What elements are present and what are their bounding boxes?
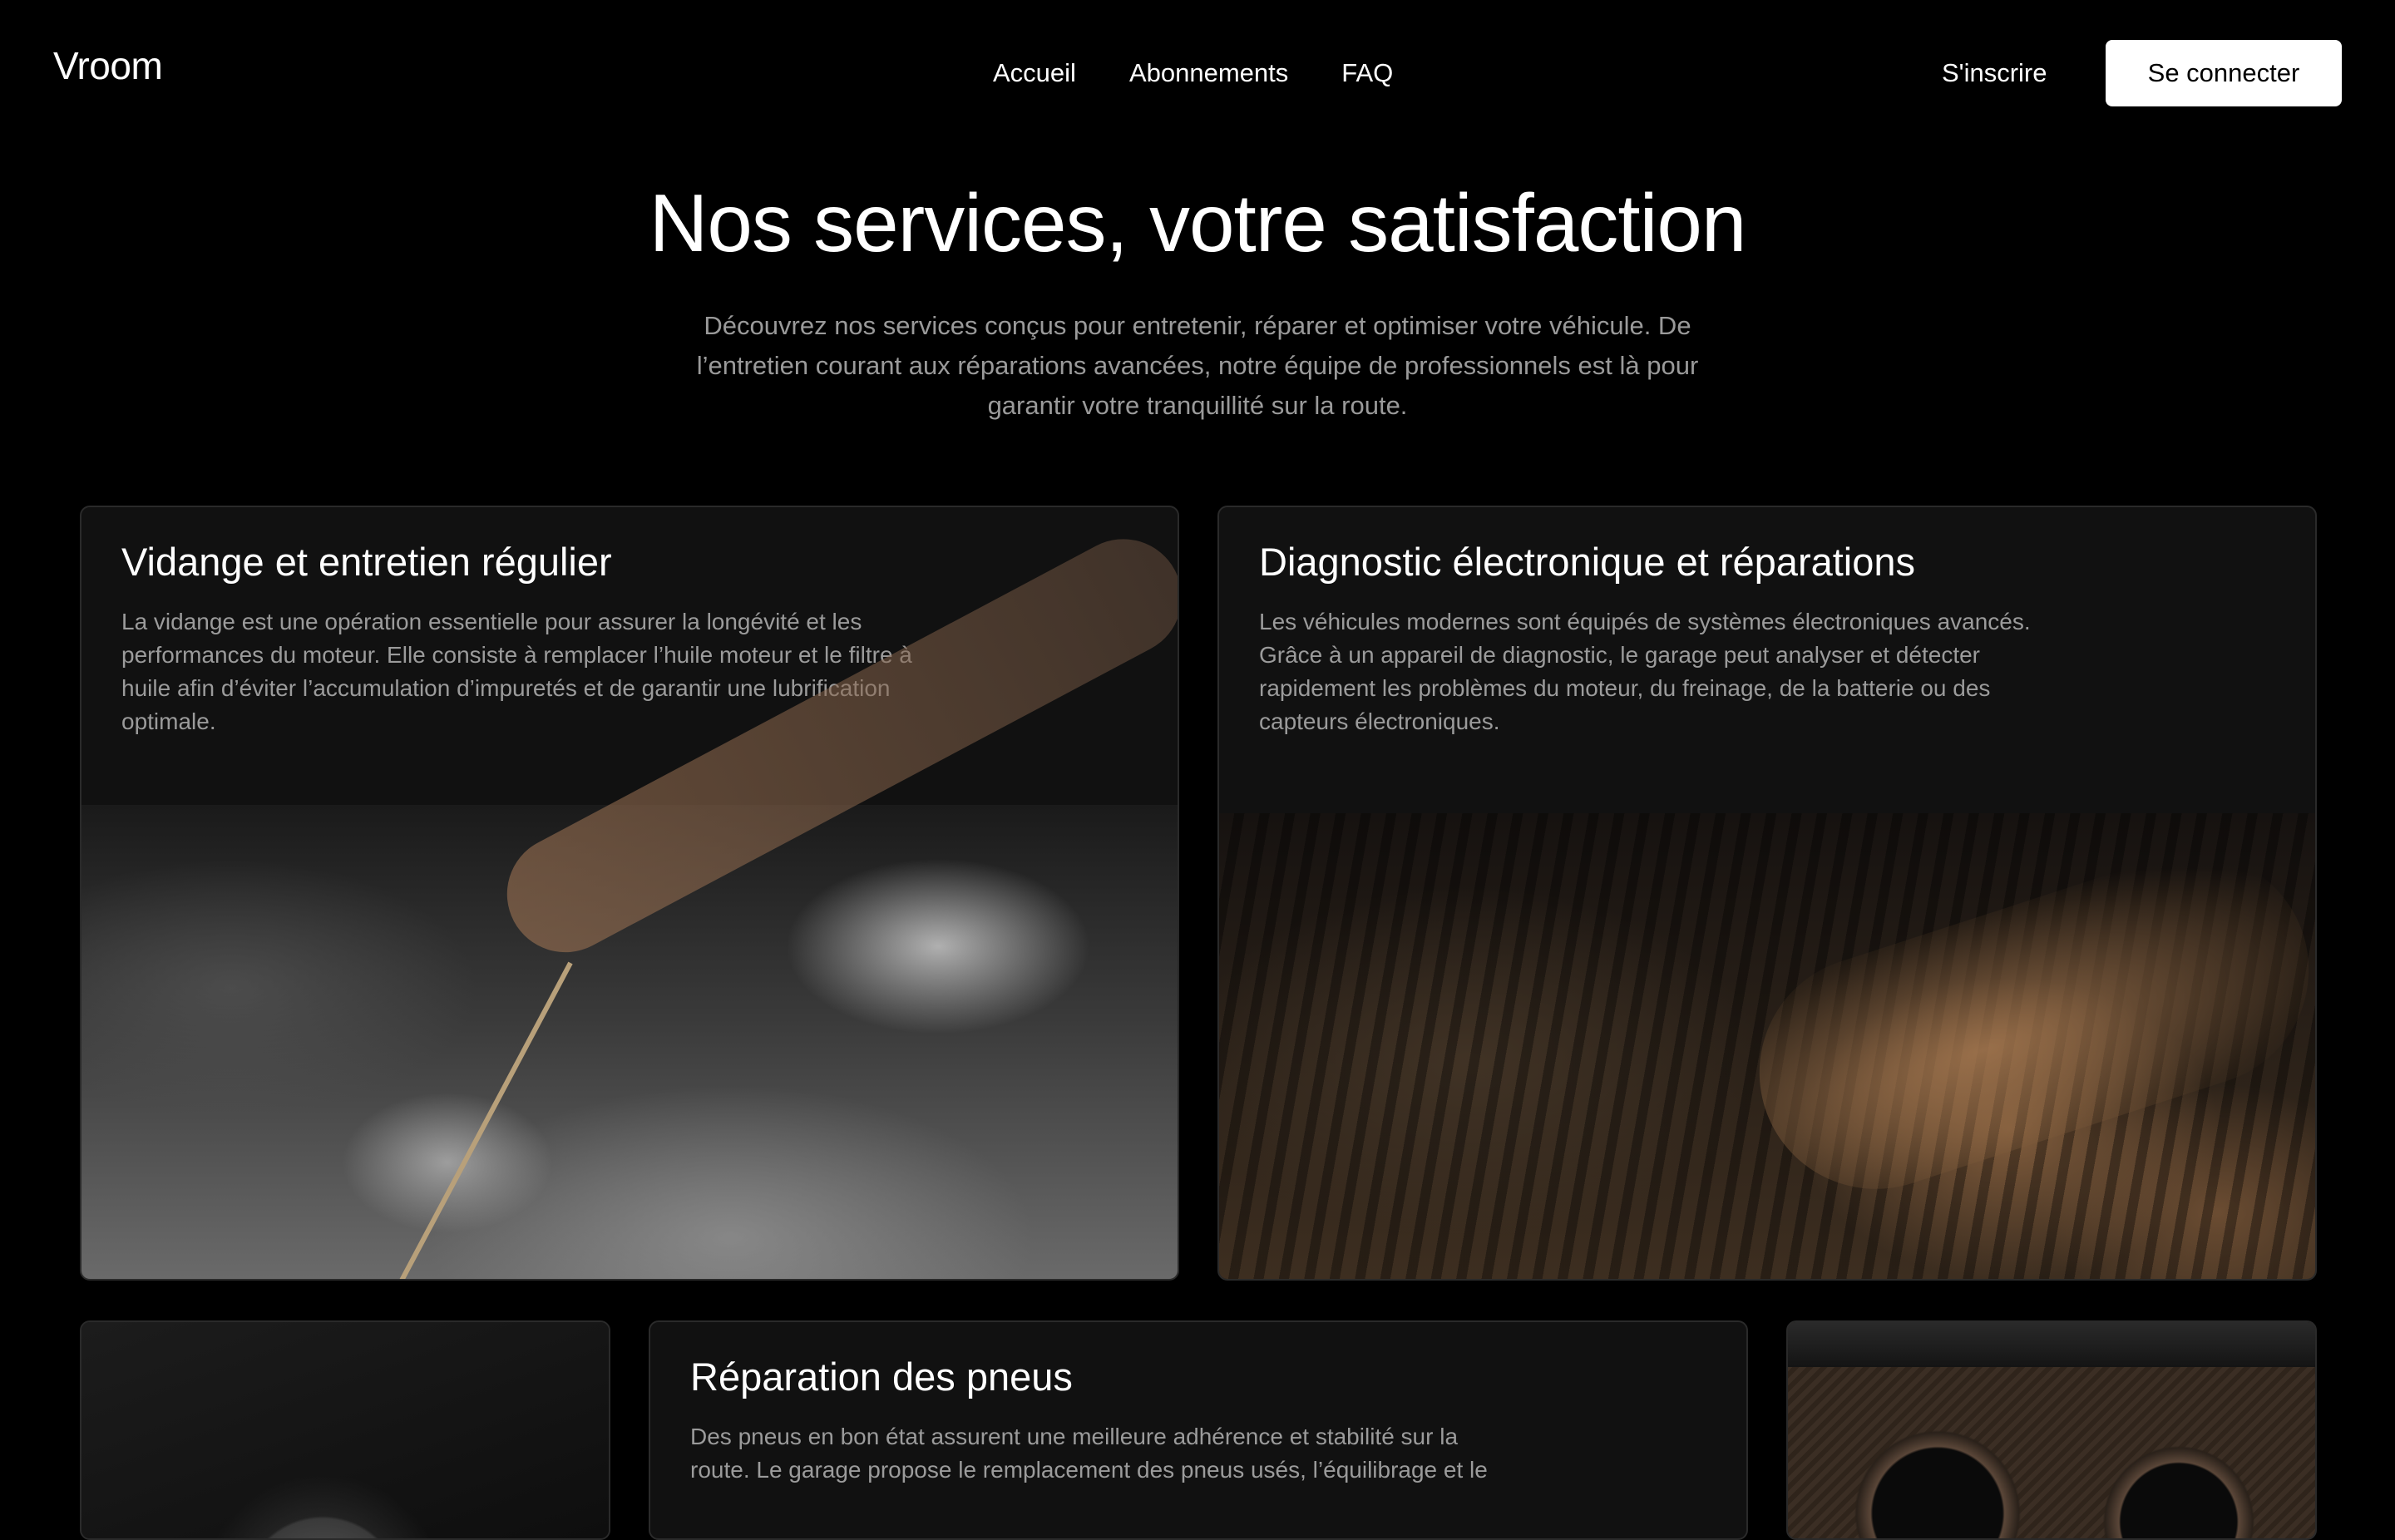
main-menu: Accueil Abonnements FAQ xyxy=(993,55,1393,91)
service-description: Des pneus en bon état assurent une meill… xyxy=(690,1424,1488,1483)
dashboard-image-card[interactable] xyxy=(1786,1320,2317,1540)
photo-detail xyxy=(486,518,1178,973)
photo-detail xyxy=(1788,1322,2315,1367)
nav-link-faq[interactable]: FAQ xyxy=(1341,55,1393,91)
nav-link-accueil[interactable]: Accueil xyxy=(993,55,1076,91)
page-subtitle: Découvrez nos services conçus pour entre… xyxy=(696,311,1699,420)
dashboard-vents-photo xyxy=(1788,1322,2315,1538)
service-card-diagnostic[interactable]: Diagnostic électronique et réparations L… xyxy=(1217,506,2317,1281)
login-button[interactable]: Se connecter xyxy=(2106,40,2342,106)
brake-disc-photo xyxy=(81,1322,609,1538)
photo-detail xyxy=(365,961,573,1279)
service-title: Vidange et entretien régulier xyxy=(121,540,612,584)
signup-link[interactable]: S'inscrire xyxy=(1942,55,2047,91)
service-card-tires[interactable]: Réparation des pneus Des pneus en bon ét… xyxy=(649,1320,1748,1540)
diagnostic-photo xyxy=(1219,813,2315,1279)
top-navbar: Vroom Accueil Abonnements FAQ S'inscrire… xyxy=(0,0,2395,146)
service-title: Diagnostic électronique et réparations xyxy=(1259,540,1916,584)
service-description: Les véhicules modernes sont équipés de s… xyxy=(1259,609,2031,734)
page-title: Nos services, votre satisfaction xyxy=(649,177,1747,269)
service-title: Réparation des pneus xyxy=(690,1355,1073,1399)
service-card-oil-change[interactable]: Vidange et entretien régulier La vidange… xyxy=(80,506,1179,1281)
nav-link-abonnements[interactable]: Abonnements xyxy=(1129,55,1288,91)
oil-change-photo xyxy=(81,518,1178,1279)
photo-detail xyxy=(1729,822,2315,1220)
brake-image-card[interactable] xyxy=(80,1320,610,1540)
brand-logo[interactable]: Vroom xyxy=(53,43,163,88)
